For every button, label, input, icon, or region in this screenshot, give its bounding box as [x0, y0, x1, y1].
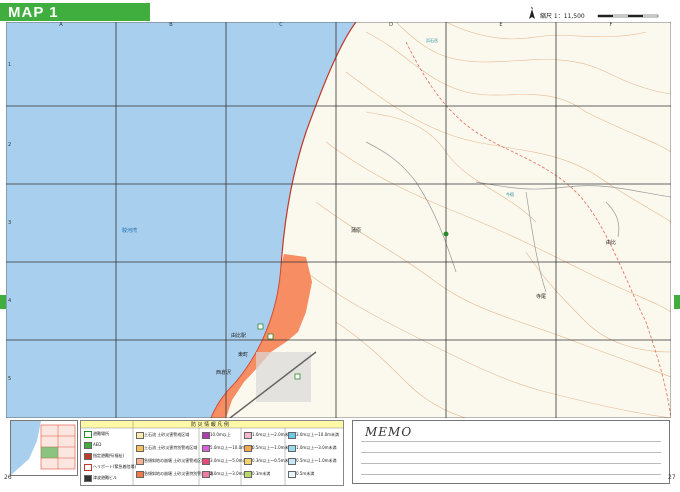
memo-line [361, 463, 661, 464]
swatch-depth-6 [244, 445, 252, 452]
swatch-debris-special [136, 445, 144, 452]
label-area2: 由比 [606, 239, 616, 246]
grid-row-2: 2 [8, 142, 11, 148]
memo-title: MEMO [365, 425, 413, 439]
swatch-slope-warning [136, 458, 144, 465]
legend-col5-0: 3.0m以上～10.0m未満 [296, 432, 340, 437]
swatch-depth-5 [244, 432, 252, 439]
grid-col-f: F [610, 22, 613, 28]
legend-col2-2: 急傾斜地の崩壊 土砂災害警戒区域 [144, 458, 206, 463]
swatch-slope-special [136, 471, 144, 478]
swatch-depth-2 [202, 445, 210, 452]
label-town1: 東町 [238, 351, 248, 358]
label-place1: 浜石岳 [426, 37, 438, 43]
swatch-depth-3 [202, 458, 210, 465]
swatch-depth-7 [244, 458, 252, 465]
grid-row-5: 5 [8, 376, 11, 382]
swatch-debris-warning [136, 432, 144, 439]
grid-row-1: 1 [8, 62, 11, 68]
legend-col4-3: 0.3m未満 [252, 471, 271, 476]
welfare-shelter-icon [84, 453, 92, 460]
legend-col1-0: 避難場所 [93, 431, 109, 436]
inset-map [10, 420, 78, 476]
legend-col5-2: 0.5m以上～1.0m未満 [296, 458, 337, 463]
legend-col1-2: 指定避難所(福祉) [93, 453, 125, 458]
swatch-tsunami-3 [288, 458, 296, 465]
swatch-tsunami-1 [288, 432, 296, 439]
swatch-tsunami-2 [288, 445, 296, 452]
legend-col3-0: 10.0m以上 [210, 432, 231, 437]
page-number-left: 26 [4, 474, 12, 481]
page-number-right: 27 [668, 474, 676, 481]
right-side-tab [674, 295, 680, 309]
memo-box[interactable]: MEMO [352, 420, 670, 484]
legend-col4-1: 0.5m以上～1.0m未満 [252, 445, 293, 450]
legend-col1-1: AED [93, 442, 102, 447]
memo-line [361, 441, 661, 442]
map-title-bar: MAP 1 [0, 3, 150, 21]
swatch-depth-4 [202, 471, 210, 478]
tsunami-building-icon [84, 475, 92, 482]
swatch-depth-1 [202, 432, 210, 439]
legend-panel: 防 災 情 報 凡 例 避難場所 AED 指定避難所(福祉) ヘリポート(緊急着… [80, 420, 344, 486]
hazard-map[interactable]: A B C D E F 1 2 3 4 5 駿河湾 蒲原 由比 寺尾 由比駅 東… [5, 21, 672, 419]
legend-col1-3: ヘリポート(緊急着陸場) [93, 464, 137, 469]
swatch-depth-8 [244, 471, 252, 478]
grid-col-b: B [169, 22, 173, 28]
grid-col-a: A [59, 22, 63, 28]
memo-line [361, 474, 661, 475]
legend-col1-4: 津波避難ビル [93, 475, 117, 480]
legend-col4-2: 0.3m以上～0.5m未満 [252, 458, 293, 463]
legend-col2-0: 土石流 土砂災害警戒区域 [144, 432, 190, 437]
label-sea: 駿河湾 [122, 227, 137, 234]
aed-icon [84, 442, 92, 449]
label-place2: 今宿 [506, 191, 514, 197]
grid-row-4: 4 [8, 298, 11, 304]
memo-line [361, 452, 661, 453]
grid-row-3: 3 [8, 220, 11, 226]
label-station: 由比駅 [231, 332, 246, 339]
heliport-icon [84, 464, 92, 471]
left-side-tab [0, 295, 6, 309]
swatch-tsunami-4 [288, 471, 296, 478]
grid-col-d: D [389, 22, 393, 28]
grid-col-c: C [279, 22, 283, 28]
legend-col5-3: 0.5m未満 [296, 471, 315, 476]
legend-col5-1: 1.0m以上～3.0m未満 [296, 445, 337, 450]
map-title: MAP 1 [8, 4, 59, 21]
grid-col-e: E [499, 22, 502, 28]
scale-area: N [498, 6, 678, 20]
legend-col2-1: 土石流 土砂災害特別警戒区域 [144, 445, 198, 450]
scale-label: 縮尺 1：11,500 [540, 13, 585, 20]
legend-title: 防 災 情 報 凡 例 [191, 422, 229, 428]
north-arrow-icon: N [529, 6, 659, 19]
label-place3: 寺尾 [536, 294, 546, 300]
label-town2: 西倉沢 [216, 369, 231, 376]
legend-col4-0: 1.0m以上～2.0m未満 [252, 432, 293, 437]
north-label: N [531, 7, 533, 10]
shelter-icon [84, 431, 92, 438]
label-area1: 蒲原 [351, 227, 361, 234]
